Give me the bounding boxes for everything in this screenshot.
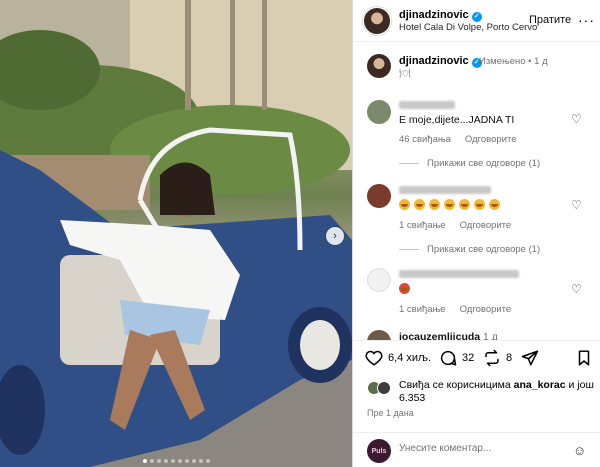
repost-action[interactable]: 8 bbox=[483, 349, 512, 367]
laughing-emoji-icon bbox=[444, 199, 455, 210]
post-location[interactable]: Hotel Cala Di Volpe, Porto Cervo bbox=[399, 22, 537, 33]
laughing-emoji-icon bbox=[489, 199, 500, 210]
laughing-emoji-icon bbox=[459, 199, 470, 210]
caption-avatar[interactable] bbox=[367, 54, 391, 78]
more-options-icon[interactable]: ··· bbox=[578, 12, 595, 28]
comment-likes[interactable]: 1 свиђање bbox=[399, 220, 446, 231]
author-username-line[interactable]: djinadzinovic ✓ bbox=[399, 9, 482, 22]
comment-input[interactable] bbox=[399, 443, 559, 454]
like-action[interactable]: 6,4 хиљ. bbox=[365, 349, 431, 367]
reply-button[interactable]: Одговорите bbox=[465, 134, 517, 145]
carousel-dot bbox=[170, 459, 175, 463]
post-date[interactable]: Пре 1 дана bbox=[367, 408, 414, 418]
comment-meta: 1 свиђање Одговорите bbox=[399, 304, 525, 315]
cutlery-icon: 🍽 bbox=[399, 68, 411, 78]
emoji-picker-icon[interactable]: ☺ bbox=[573, 443, 586, 458]
likes-count[interactable]: 6,4 хиљ. bbox=[388, 352, 431, 364]
commenter-username-blurred[interactable] bbox=[399, 270, 519, 278]
carousel-dot bbox=[149, 459, 154, 463]
comment-meta: 1 свиђање Одговорите bbox=[399, 220, 525, 231]
liker-avatar[interactable] bbox=[377, 381, 391, 395]
liker-username[interactable]: ana_korac bbox=[514, 379, 566, 391]
share-icon[interactable] bbox=[521, 349, 539, 367]
viewer-avatar-logo: Puls bbox=[367, 439, 391, 463]
photo-illustration bbox=[0, 0, 352, 467]
carousel-dot bbox=[177, 459, 182, 463]
commenter-avatar[interactable] bbox=[367, 268, 391, 292]
liked-by-prefix: Свиђа се корисницима bbox=[399, 379, 514, 391]
like-comment-heart-icon[interactable]: ♡ bbox=[571, 198, 582, 212]
carousel-dot bbox=[184, 459, 189, 463]
commenter-username-text[interactable]: jocauzemljicuda bbox=[399, 331, 480, 340]
comment-item: jocauzemljicuda 1 д bbox=[353, 328, 600, 340]
commenter-avatar[interactable] bbox=[367, 184, 391, 208]
liked-by: Свиђа се корисницима ana_korac и још 6.3… bbox=[353, 377, 600, 405]
commenter-avatar[interactable] bbox=[367, 100, 391, 124]
post-photo[interactable]: › bbox=[0, 0, 352, 467]
reply-button[interactable]: Одговорите bbox=[460, 304, 512, 315]
carousel-dot bbox=[142, 459, 147, 463]
edited-label: Измењено bbox=[479, 56, 526, 67]
like-comment-heart-icon[interactable]: ♡ bbox=[571, 282, 582, 296]
comment-emoji-row bbox=[399, 283, 410, 294]
post-side-panel: djinadzinovic ✓ Hotel Cala Di Volpe, Port… bbox=[352, 0, 600, 467]
add-comment-bar: Puls ☺ bbox=[353, 432, 600, 467]
liked-by-text: Свиђа се корисницима ana_korac и још 6.3… bbox=[399, 379, 594, 405]
comment-action[interactable]: 32 bbox=[439, 349, 474, 367]
comment-likes[interactable]: 46 свиђања bbox=[399, 134, 451, 145]
bookmark-icon[interactable] bbox=[575, 349, 593, 367]
caption-username-line[interactable]: djinadzinovic ✓ bbox=[399, 55, 482, 68]
comment-item: ♡ 1 свиђање Одговорите Прикажи све одгово… bbox=[353, 180, 600, 260]
like-comment-heart-icon[interactable]: ♡ bbox=[571, 112, 582, 126]
comment-text: E moje,dijete...JADNA TI bbox=[399, 114, 515, 126]
author-avatar[interactable] bbox=[363, 7, 391, 35]
post-actions-bar: 6,4 хиљ. 32 8 bbox=[353, 340, 600, 377]
heart-icon[interactable] bbox=[365, 349, 383, 367]
caption-username[interactable]: djinadzinovic bbox=[399, 55, 469, 67]
commenter-avatar[interactable] bbox=[367, 330, 391, 340]
laughing-emoji-icon bbox=[429, 199, 440, 210]
comment-emoji-row bbox=[399, 199, 500, 210]
carousel-dot bbox=[156, 459, 161, 463]
commenter-username-blurred[interactable] bbox=[399, 101, 455, 109]
next-photo-button[interactable]: › bbox=[326, 227, 344, 245]
commenter-username[interactable]: jocauzemljicuda 1 д bbox=[399, 331, 498, 340]
laughing-emoji-icon bbox=[414, 199, 425, 210]
laughing-emoji-icon bbox=[474, 199, 485, 210]
reposts-count[interactable]: 8 bbox=[506, 352, 512, 364]
comment-icon[interactable] bbox=[439, 349, 457, 367]
comment-item: ♡ 1 свиђање Одговорите bbox=[353, 264, 600, 324]
comments-count[interactable]: 32 bbox=[462, 352, 474, 364]
carousel-dot bbox=[205, 459, 210, 463]
repost-icon[interactable] bbox=[483, 349, 501, 367]
share-action[interactable] bbox=[521, 349, 539, 367]
comment-likes[interactable]: 1 свиђање bbox=[399, 304, 446, 315]
comment-item: E moje,dijete...JADNA TI ♡ 46 свиђања Одг… bbox=[353, 96, 600, 176]
carousel-dots bbox=[0, 459, 352, 463]
carousel-dot bbox=[198, 459, 203, 463]
reply-button[interactable]: Одговорите bbox=[460, 220, 512, 231]
view-replies-button[interactable]: Прикажи све одговоре (1) bbox=[399, 158, 540, 169]
laughing-emoji-icon bbox=[399, 199, 410, 210]
kiss-emoji-icon bbox=[399, 283, 410, 294]
comment-time: 1 д bbox=[483, 331, 498, 340]
caption-meta: Измењено • 1 д bbox=[479, 56, 548, 67]
post-caption: djinadzinovic ✓ Измењено • 1 д 🍽 bbox=[353, 48, 600, 78]
comment-meta: 46 свиђања Одговорите bbox=[399, 134, 531, 145]
commenter-username-blurred[interactable] bbox=[399, 186, 491, 194]
save-action[interactable] bbox=[575, 349, 593, 367]
follow-button[interactable]: Пратите bbox=[529, 14, 571, 26]
caption-time[interactable]: 1 д bbox=[534, 56, 547, 67]
carousel-dot bbox=[163, 459, 168, 463]
author-username[interactable]: djinadzinovic bbox=[399, 9, 469, 21]
post-header: djinadzinovic ✓ Hotel Cala Di Volpe, Port… bbox=[353, 0, 600, 42]
view-replies-button[interactable]: Прикажи све одговоре (1) bbox=[399, 244, 540, 255]
verified-icon: ✓ bbox=[471, 12, 482, 22]
carousel-dot bbox=[191, 459, 196, 463]
